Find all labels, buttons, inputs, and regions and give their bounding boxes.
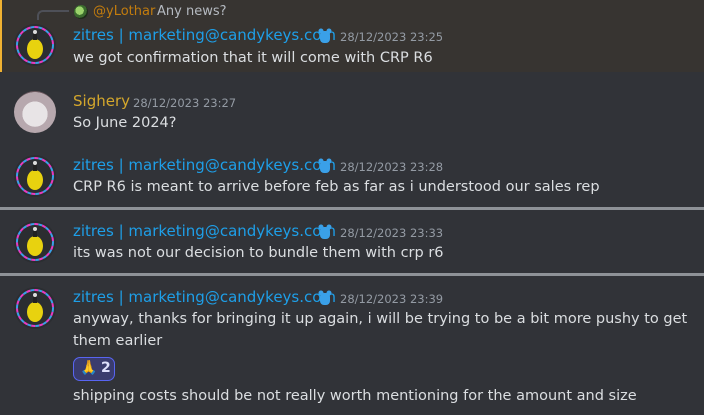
message-author[interactable]: zitres | marketing@candykeys.com [73,288,336,306]
bear-icon [318,290,332,306]
avatar[interactable] [14,24,56,66]
message-highlighted: @yLothar Any news? zitres | marketing@ca… [0,0,704,72]
divider [0,207,704,210]
reaction-count: 2 [101,360,111,376]
message-author[interactable]: zitres | marketing@candykeys.com [73,26,336,44]
reply-author[interactable]: @yLothar [93,4,155,19]
message-content: its was not our decision to bundle them … [73,245,444,261]
reply-connector [37,10,69,20]
message-content: anyway, thanks for bringing it up again,… [73,311,688,349]
bear-icon [318,158,332,174]
message-content: CRP R6 is meant to arrive before feb as … [73,179,600,195]
message-content: So June 2024? [73,115,177,131]
avatar[interactable] [14,155,56,197]
reply-avatar[interactable] [74,5,88,19]
message-timestamp: 28/12/2023 23:25 [340,30,444,44]
message-followup: shipping costs should be not really wort… [73,388,637,404]
avatar[interactable] [14,287,56,329]
avatar[interactable] [14,91,56,133]
message-timestamp: 28/12/2023 23:33 [340,226,444,240]
pray-emoji-icon: 🙏 [80,360,98,376]
message-timestamp: 28/12/2023 23:28 [340,160,444,174]
reply-preview-text[interactable]: Any news? [157,4,227,19]
divider [0,273,704,276]
avatar[interactable] [14,221,56,263]
message-timestamp: 28/12/2023 23:27 [133,96,237,110]
message-author[interactable]: zitres | marketing@candykeys.com [73,222,336,240]
message-author[interactable]: Sighery [73,92,130,110]
message-author[interactable]: zitres | marketing@candykeys.com [73,156,336,174]
message-content: we got confirmation that it will come wi… [73,50,433,66]
message-timestamp: 28/12/2023 23:39 [340,292,444,306]
bear-icon [318,28,332,44]
bear-icon [318,224,332,240]
reaction-button[interactable]: 🙏 2 [73,357,115,381]
